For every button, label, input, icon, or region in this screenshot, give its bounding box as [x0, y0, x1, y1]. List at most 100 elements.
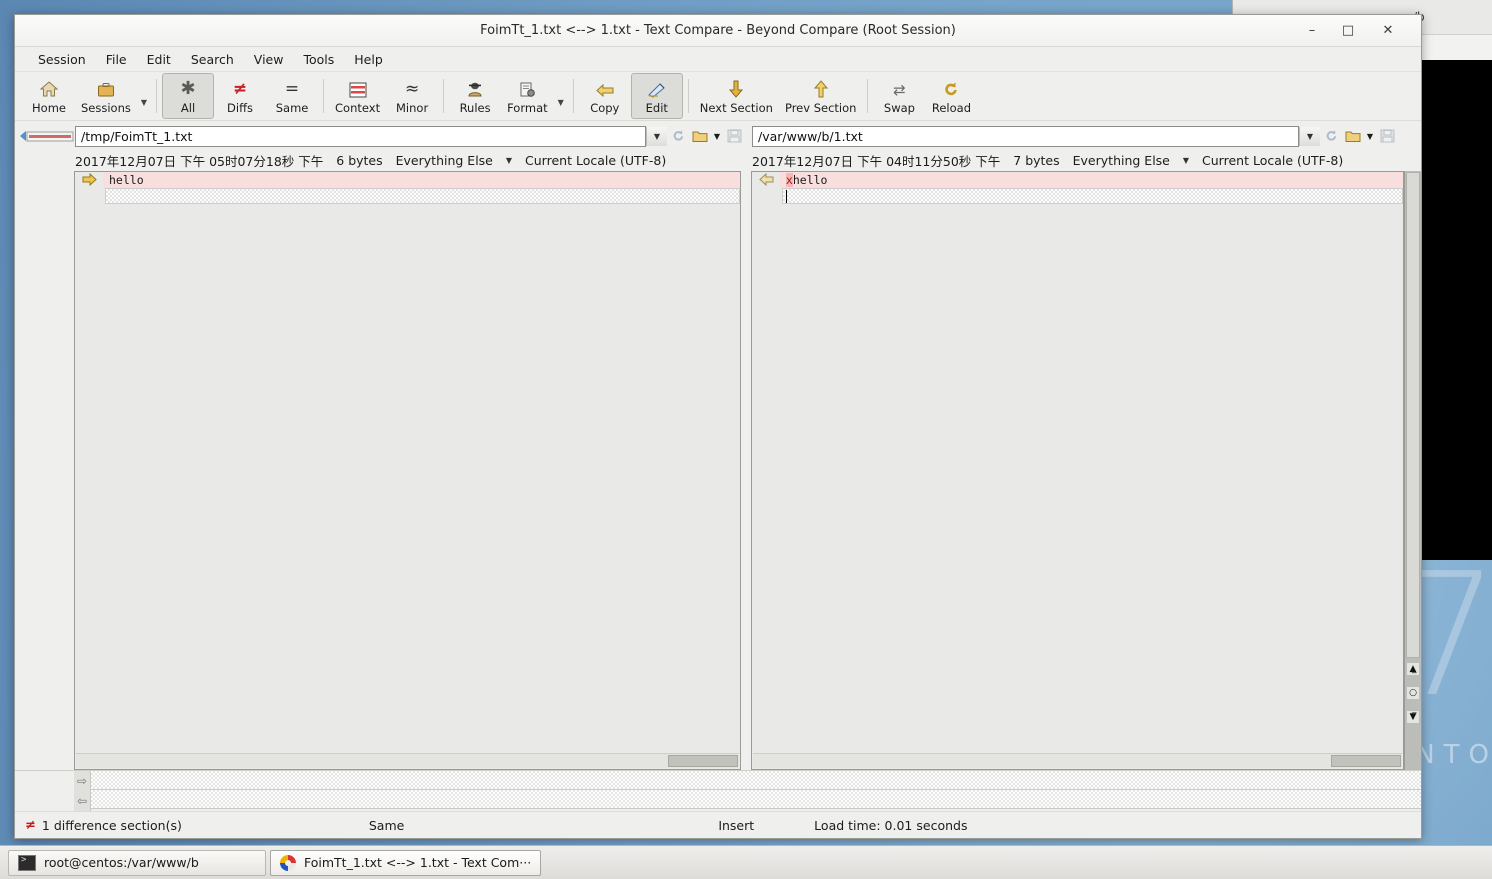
- menu-session[interactable]: Session: [29, 49, 95, 70]
- toolbar-context-label: Context: [335, 101, 380, 115]
- menu-view[interactable]: View: [245, 49, 293, 70]
- toolbar-copy-label: Copy: [590, 101, 619, 115]
- left-text-content[interactable]: hello: [103, 172, 740, 769]
- title-bar[interactable]: FoimTt_1.txt <--> 1.txt - Text Compare -…: [15, 15, 1421, 47]
- text-line[interactable]: hello: [103, 172, 740, 188]
- alignment-marker-icon[interactable]: [19, 127, 75, 145]
- toolbar-minor-button[interactable]: ≈ Minor: [386, 73, 438, 119]
- toolbar-sessions-button[interactable]: Sessions: [75, 73, 137, 119]
- equals-icon: =: [285, 77, 299, 98]
- right-text-content[interactable]: xhello: [780, 172, 1403, 769]
- copy-left-arrow-icon[interactable]: ⇦: [74, 791, 90, 811]
- beyond-compare-icon: [280, 855, 296, 871]
- toolbar-same-button[interactable]: = Same: [266, 73, 318, 119]
- left-gutter[interactable]: [75, 172, 103, 769]
- copy-left-arrow-icon: [594, 77, 616, 98]
- left-path-side: /tmp/FoimTt_1.txt ▼ ▼: [15, 124, 752, 148]
- toolbar-edit-button[interactable]: Edit: [631, 73, 683, 119]
- left-browse-folder-icon[interactable]: [689, 125, 711, 147]
- left-horizontal-scrollbar[interactable]: [76, 753, 739, 768]
- copy-left-arrow-icon[interactable]: [759, 173, 774, 189]
- scroll-center-button[interactable]: ○: [1407, 687, 1419, 699]
- toolbar-reload-button[interactable]: Reload: [925, 73, 977, 119]
- right-path-side: /var/www/b/1.txt ▼ ▼: [752, 124, 1412, 148]
- close-button[interactable]: ✕: [1371, 19, 1405, 41]
- right-text-pane[interactable]: xhello: [751, 171, 1404, 770]
- menu-edit[interactable]: Edit: [138, 49, 180, 70]
- right-path-input[interactable]: /var/www/b/1.txt: [752, 126, 1299, 147]
- menu-bar: Session File Edit Search View Tools Help: [15, 47, 1421, 72]
- line-text: hello: [793, 173, 828, 187]
- right-gutter[interactable]: [752, 172, 780, 769]
- bottomstrip-line[interactable]: [91, 771, 1421, 790]
- left-encoding-value[interactable]: Current Locale (UTF-8): [525, 153, 666, 168]
- scroll-next-diff-button[interactable]: ▼̅: [1407, 711, 1419, 723]
- toolbar-same-label: Same: [276, 101, 309, 115]
- right-path-dropdown-button[interactable]: ▼: [1299, 127, 1320, 146]
- minimize-button[interactable]: –: [1295, 19, 1329, 41]
- vertical-scrollbar[interactable]: ▲̲ ○ ▼̅: [1404, 171, 1421, 770]
- path-bar-row: /tmp/FoimTt_1.txt ▼ ▼ /var/www/b/1.txt ▼: [15, 121, 1421, 149]
- pane-divider[interactable]: [741, 171, 751, 770]
- toolbar-all-label: All: [181, 101, 195, 115]
- taskbar-item-label: root@centos:/var/www/b: [44, 855, 199, 870]
- right-browse-dropdown-caret-icon[interactable]: ▼: [1364, 125, 1376, 147]
- toolbar-copy-button[interactable]: Copy: [579, 73, 631, 119]
- edit-pencil-icon: [647, 77, 667, 98]
- taskbar-item-terminal[interactable]: root@centos:/var/www/b: [8, 850, 266, 876]
- right-browse-folder-icon[interactable]: [1342, 125, 1364, 147]
- left-text-pane[interactable]: hello: [74, 171, 741, 770]
- toolbar-format-button[interactable]: Format: [501, 73, 554, 119]
- right-encoding-value[interactable]: Current Locale (UTF-8): [1202, 153, 1343, 168]
- toolbar-separator: [443, 79, 444, 113]
- status-load-time: Load time: 0.01 seconds: [814, 818, 967, 833]
- right-refresh-icon[interactable]: [1320, 125, 1342, 147]
- toolbar-prev-section-button[interactable]: Prev Section: [779, 73, 862, 119]
- right-horizontal-scrollbar[interactable]: [753, 753, 1402, 768]
- toolbar-swap-button[interactable]: ⇄ Swap: [873, 73, 925, 119]
- toolbar-context-button[interactable]: Context: [329, 73, 386, 119]
- not-equal-icon: ≠: [233, 77, 247, 98]
- menu-search[interactable]: Search: [182, 49, 243, 70]
- toolbar-all-button[interactable]: ✱ All: [162, 73, 214, 119]
- right-rules-value[interactable]: Everything Else: [1073, 153, 1170, 168]
- toolbar: Home Sessions ▼ ✱ All ≠ Diffs = Same Con: [15, 72, 1421, 121]
- left-hscroll-thumb[interactable]: [668, 755, 738, 767]
- toolbar-separator: [156, 79, 157, 113]
- status-edit-mode[interactable]: Insert: [718, 818, 754, 833]
- toolbar-rules-button[interactable]: Rules: [449, 73, 501, 119]
- left-refresh-icon[interactable]: [667, 125, 689, 147]
- bottomstrip-lines[interactable]: [91, 771, 1421, 811]
- format-dropdown-caret-icon[interactable]: ▼: [554, 98, 568, 107]
- left-browse-dropdown-caret-icon[interactable]: ▼: [711, 125, 723, 147]
- text-line[interactable]: xhello: [780, 172, 1403, 188]
- right-hscroll-thumb[interactable]: [1331, 755, 1401, 767]
- menu-tools[interactable]: Tools: [294, 49, 343, 70]
- text-line-empty[interactable]: [105, 188, 740, 204]
- menu-help[interactable]: Help: [345, 49, 392, 70]
- left-save-icon[interactable]: [723, 125, 745, 147]
- taskbar-item-beyond-compare[interactable]: FoimTt_1.txt <--> 1.txt - Text Com···: [270, 850, 541, 876]
- text-line-empty[interactable]: [782, 188, 1403, 204]
- toolbar-home-label: Home: [32, 101, 66, 115]
- toolbar-home-button[interactable]: Home: [23, 73, 75, 119]
- right-save-icon[interactable]: [1376, 125, 1398, 147]
- toolbar-next-section-button[interactable]: Next Section: [694, 73, 779, 119]
- bottomstrip-line[interactable]: [91, 790, 1421, 809]
- right-rules-dropdown-caret-icon[interactable]: ▼: [1183, 156, 1189, 165]
- scroll-prev-diff-button[interactable]: ▲̲: [1407, 663, 1419, 675]
- maximize-button[interactable]: □: [1331, 19, 1365, 41]
- toolbar-diffs-label: Diffs: [227, 101, 253, 115]
- vscroll-thumb[interactable]: [1406, 172, 1420, 658]
- left-path-dropdown-button[interactable]: ▼: [646, 127, 667, 146]
- copy-right-arrow-icon[interactable]: ⇨: [74, 771, 90, 791]
- right-timestamp: 2017年12月07日 下午 04时11分50秒 下午: [752, 151, 1000, 170]
- left-rules-dropdown-caret-icon[interactable]: ▼: [506, 156, 512, 165]
- bottom-compare-strip: ⇨ ⇦: [15, 770, 1421, 811]
- left-path-input[interactable]: /tmp/FoimTt_1.txt: [75, 126, 646, 147]
- copy-right-arrow-icon[interactable]: [82, 173, 97, 189]
- menu-file[interactable]: File: [97, 49, 136, 70]
- sessions-dropdown-caret-icon[interactable]: ▼: [137, 98, 151, 107]
- left-rules-value[interactable]: Everything Else: [396, 153, 493, 168]
- toolbar-diffs-button[interactable]: ≠ Diffs: [214, 73, 266, 119]
